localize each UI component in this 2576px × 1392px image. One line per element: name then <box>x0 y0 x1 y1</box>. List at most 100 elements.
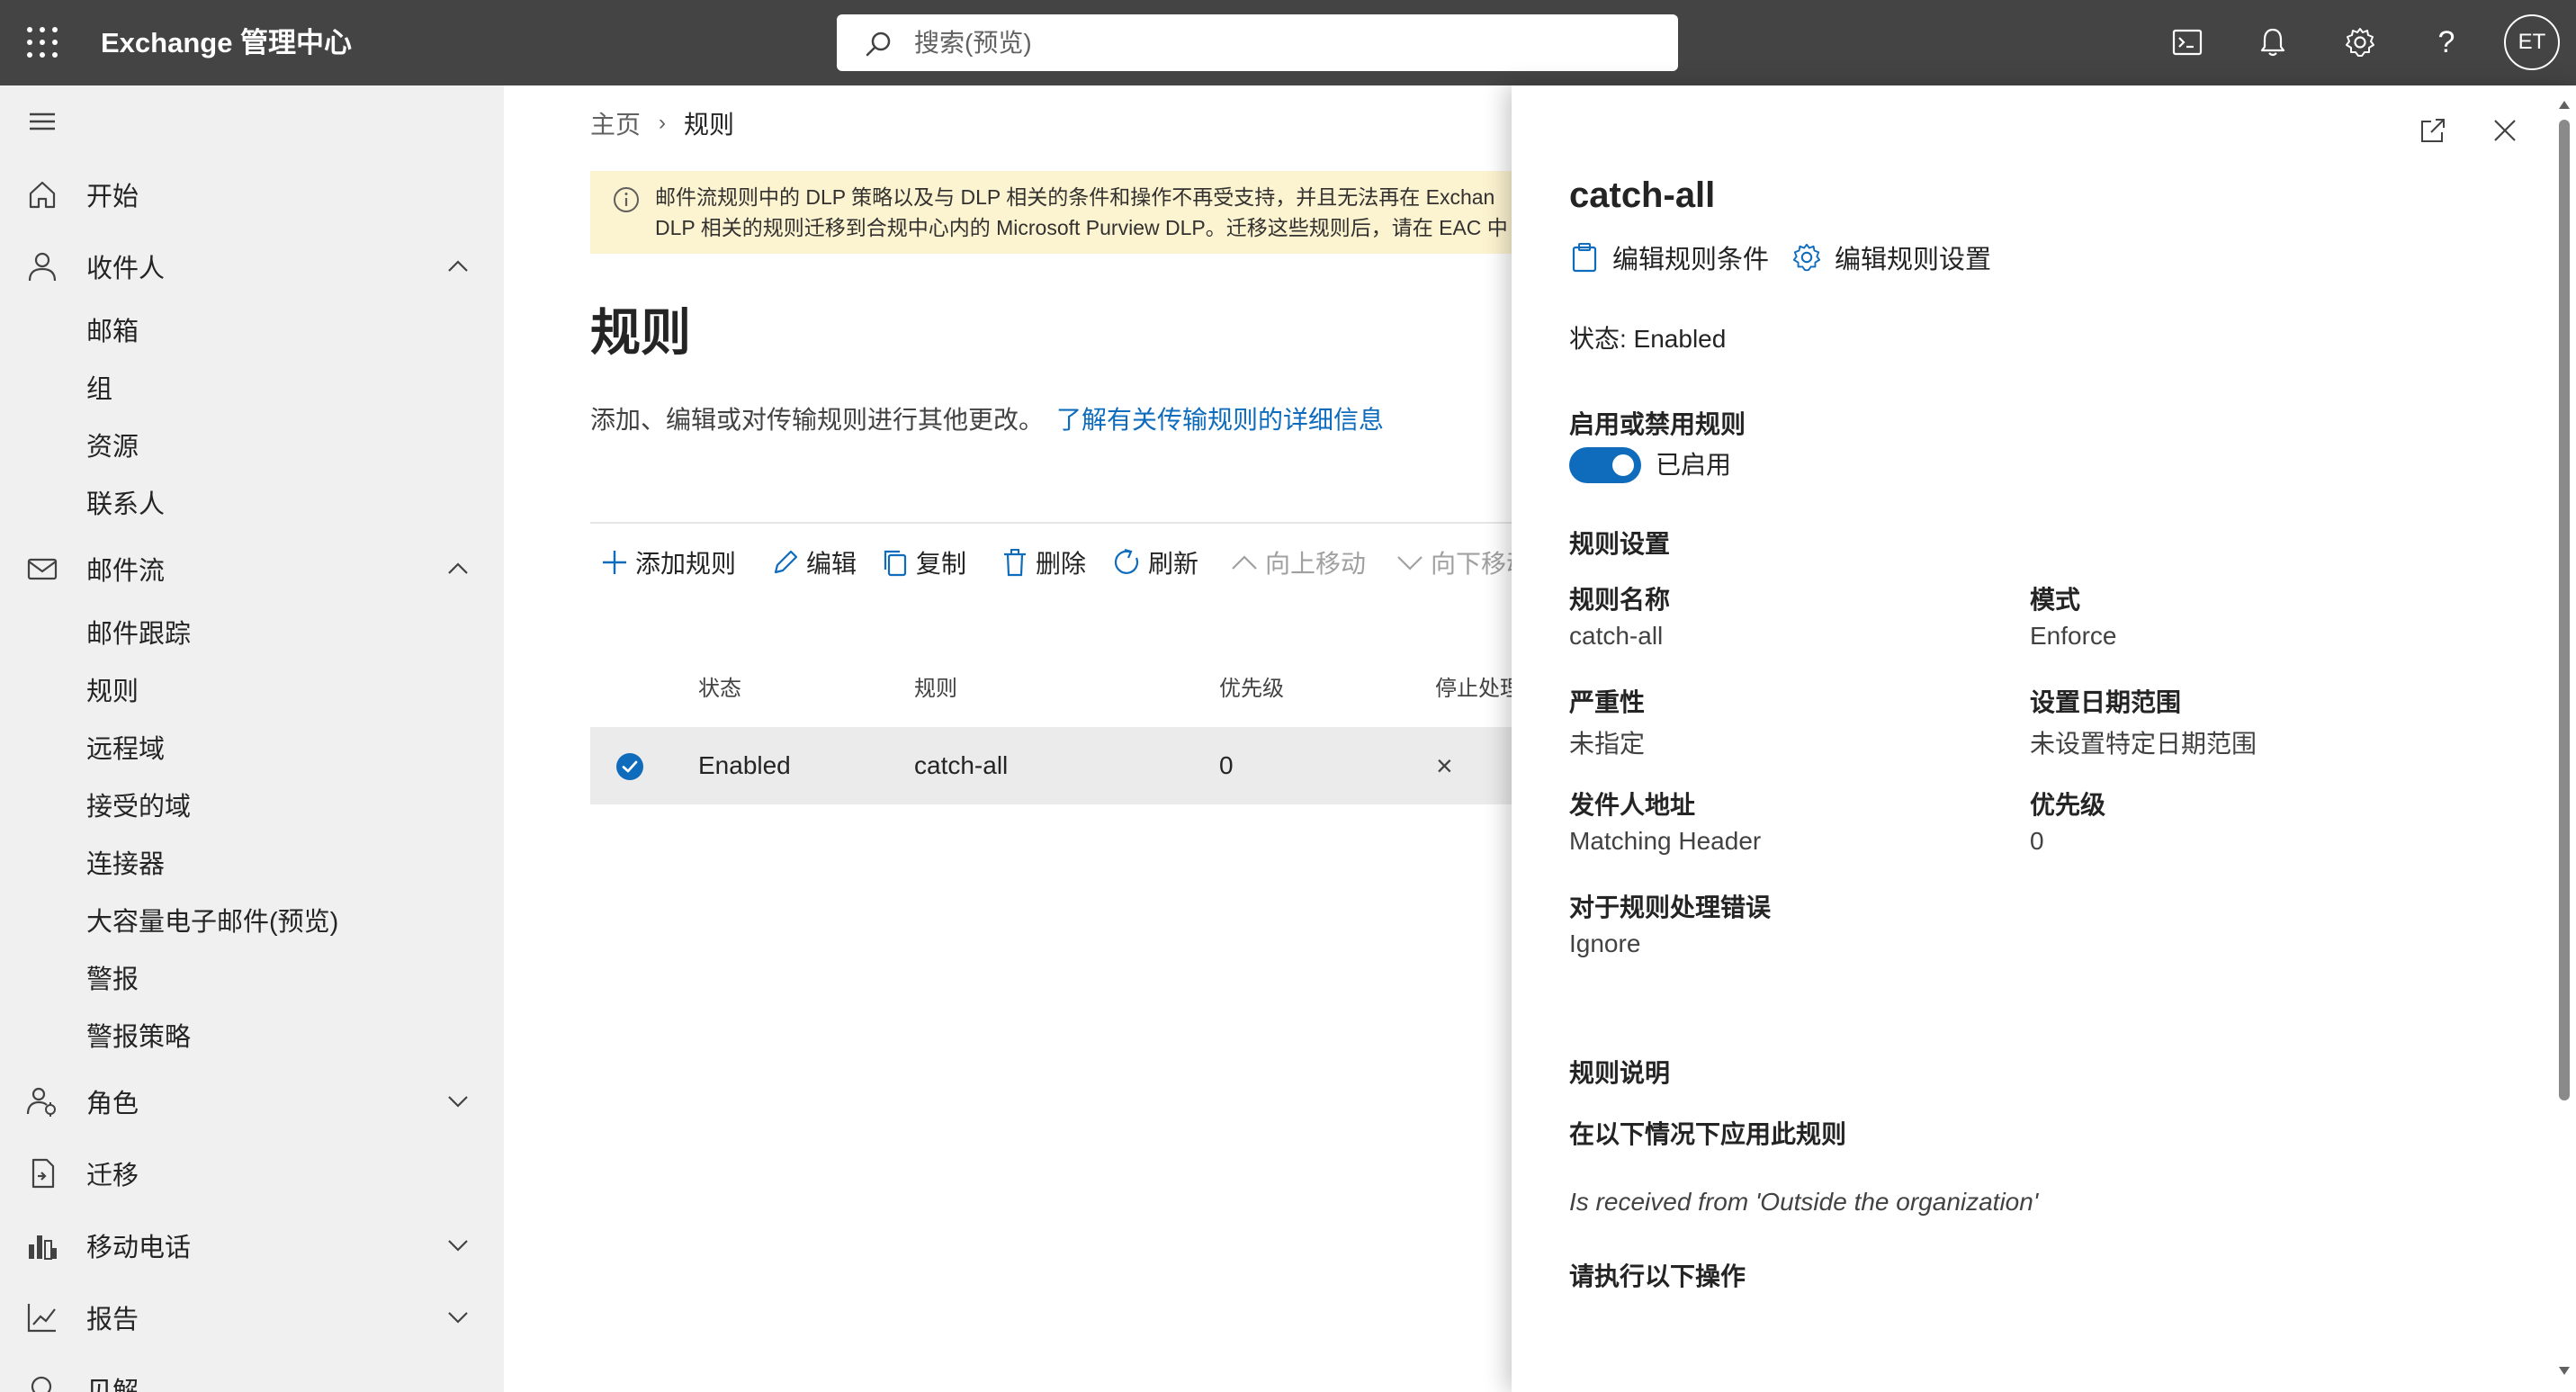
app-title[interactable]: Exchange 管理中心 <box>101 0 352 85</box>
gear-icon <box>1792 243 1821 272</box>
sidebar-item-mail-flow[interactable]: 邮件流 <box>0 540 504 597</box>
app-launcher-icon[interactable] <box>27 27 58 58</box>
warning-banner: 邮件流规则中的 DLP 策略以及与 DLP 相关的条件和操作不再受支持，并且无法… <box>590 171 1512 254</box>
settings-heading: 规则设置 <box>1569 530 1671 558</box>
reports-icon <box>27 1304 56 1333</box>
sidebar-item-connectors[interactable]: 连接器 <box>86 840 165 890</box>
banner-line-1: 邮件流规则中的 DLP 策略以及与 DLP 相关的条件和操作不再受支持，并且无法… <box>655 185 1495 209</box>
bell-icon[interactable] <box>2249 19 2296 66</box>
sidebar-item-rules[interactable]: 规则 <box>86 667 139 717</box>
chevron-down-icon[interactable] <box>444 1232 471 1259</box>
checkmark-circle-icon[interactable] <box>615 752 644 781</box>
search-placeholder[interactable]: 搜索(预览) <box>914 14 1032 71</box>
copy-button[interactable]: 复制 <box>880 524 966 601</box>
rule-name-value: catch-all <box>1569 622 1664 650</box>
sidebar-item-migration[interactable]: 迁移 <box>0 1145 504 1202</box>
table-row[interactable]: Enabled catch-all 0 × <box>590 727 1512 804</box>
cell-status: Enabled <box>698 751 791 779</box>
sidebar-item-label: 邮件流 <box>86 557 166 586</box>
sidebar-item-label: 移动电话 <box>86 1234 192 1262</box>
search-box[interactable]: 搜索(预览) <box>837 14 1678 71</box>
rule-condition-text: Is received from 'Outside the organizati… <box>1569 1188 2039 1216</box>
toggle-section-label: 启用或禁用规则 <box>1569 410 1746 438</box>
scrollbar-thumb[interactable] <box>2559 120 2570 1100</box>
scroll-down-arrow-icon[interactable] <box>2557 1363 2572 1378</box>
help-icon[interactable]: ? <box>2423 19 2470 66</box>
sidebar-item-mobile[interactable]: 移动电话 <box>0 1217 504 1274</box>
sidebar: 开始 收件人 邮箱 组 资源 联系人 邮件流 邮件跟踪 规则 远程域 接受的域 … <box>0 85 504 1392</box>
breadcrumb: 主页 › 规则 <box>590 103 734 143</box>
sidebar-item-label: 见解 <box>86 1378 139 1392</box>
terminal-icon[interactable] <box>2164 19 2211 66</box>
rule-name-label: 规则名称 <box>1569 586 1671 614</box>
toggle-state-label: 已启用 <box>1656 451 1732 479</box>
insights-icon <box>31 1376 52 1392</box>
sidebar-item-label: 迁移 <box>86 1162 139 1190</box>
cell-stop-processing: × <box>1436 750 1453 782</box>
main-content: 主页 › 规则 邮件流规则中的 DLP 策略以及与 DLP 相关的条件和操作不再… <box>504 85 1512 1392</box>
column-header-rule[interactable]: 规则 <box>914 670 957 702</box>
breadcrumb-home[interactable]: 主页 <box>590 105 641 141</box>
chevron-up-icon <box>1232 555 1257 570</box>
severity-value: 未指定 <box>1569 730 1646 758</box>
chevron-down-icon[interactable] <box>444 1088 471 1115</box>
avatar[interactable]: ET <box>2504 14 2560 70</box>
actions-heading: 请执行以下操作 <box>1569 1262 1746 1290</box>
move-up-button[interactable]: 向上移动 <box>1229 524 1366 601</box>
column-header-status[interactable]: 状态 <box>698 670 741 702</box>
gear-icon[interactable] <box>2337 19 2383 66</box>
scroll-up-arrow-icon[interactable] <box>2557 98 2572 112</box>
sidebar-item-roles[interactable]: 角色 <box>0 1073 504 1130</box>
column-header-priority[interactable]: 优先级 <box>1219 670 1284 702</box>
mode-label: 模式 <box>2030 586 2081 614</box>
roles-icon <box>26 1087 56 1117</box>
date-range-label: 设置日期范围 <box>2030 688 2182 716</box>
sidebar-item-resources[interactable]: 资源 <box>86 422 139 472</box>
chevron-right-icon: › <box>659 111 667 135</box>
sender-address-label: 发件人地址 <box>1569 791 1696 819</box>
learn-more-link[interactable]: 了解有关传输规则的详细信息 <box>1056 406 1384 434</box>
sidebar-item-reports[interactable]: 报告 <box>0 1289 504 1346</box>
sidebar-item-insights[interactable]: 见解 <box>0 1361 504 1392</box>
sender-address-value: Matching Header <box>1569 827 1762 855</box>
banner-text: 邮件流规则中的 DLP 策略以及与 DLP 相关的条件和操作不再受支持，并且无法… <box>655 182 1508 243</box>
sidebar-item-alerts[interactable]: 警报 <box>86 955 139 1005</box>
edit-rule-settings-button[interactable]: 编辑规则设置 <box>1791 238 1991 276</box>
sidebar-item-alert-policies[interactable]: 警报策略 <box>86 1012 191 1063</box>
close-icon[interactable] <box>2487 112 2523 148</box>
sidebar-item-remote-domains[interactable]: 远程域 <box>86 724 165 775</box>
move-down-button[interactable]: 向下移动 <box>1395 524 1512 601</box>
sidebar-item-contacts[interactable]: 联系人 <box>86 480 165 530</box>
plus-icon <box>603 551 626 574</box>
delete-button[interactable]: 删除 <box>1000 524 1086 601</box>
panel-scrollbar[interactable] <box>2552 85 2576 1392</box>
sidebar-item-message-trace[interactable]: 邮件跟踪 <box>86 609 191 660</box>
edit-button[interactable]: 编辑 <box>770 524 857 601</box>
sidebar-item-home[interactable]: 开始 <box>0 166 504 223</box>
chevron-up-icon[interactable] <box>444 555 471 582</box>
cell-rule: catch-all <box>914 751 1009 779</box>
open-in-new-window-icon[interactable] <box>2415 112 2451 148</box>
description-text: 添加、编辑或对传输规则进行其他更改。 <box>590 406 1045 434</box>
sidebar-item-mailboxes[interactable]: 邮箱 <box>86 307 139 357</box>
info-icon <box>614 187 639 212</box>
trash-icon <box>1004 549 1026 577</box>
sidebar-item-recipients[interactable]: 收件人 <box>0 238 504 295</box>
sidebar-item-bulk-email[interactable]: 大容量电子邮件(预览) <box>86 897 338 947</box>
banner-line-2: DLP 相关的规则迁移到合规中心内的 Microsoft Purview DLP… <box>655 216 1508 239</box>
edit-rule-conditions-button[interactable]: 编辑规则条件 <box>1569 238 1769 276</box>
error-handling-value: Ignore <box>1569 929 1641 957</box>
sidebar-collapse-button[interactable] <box>0 93 504 150</box>
refresh-button[interactable]: 刷新 <box>1112 524 1198 601</box>
person-icon <box>28 252 57 282</box>
sidebar-item-groups[interactable]: 组 <box>86 364 112 415</box>
chevron-down-icon[interactable] <box>444 1304 471 1331</box>
column-header-stop-processing[interactable]: 停止处理 <box>1435 670 1512 702</box>
sidebar-item-accepted-domains[interactable]: 接受的域 <box>86 782 191 832</box>
sidebar-item-label: 报告 <box>86 1306 139 1334</box>
hamburger-icon <box>30 112 55 130</box>
chevron-up-icon[interactable] <box>444 253 471 280</box>
enable-rule-toggle[interactable] <box>1569 447 1641 483</box>
add-rule-button[interactable]: 添加规则 <box>599 524 736 601</box>
details-panel: catch-all 编辑规则条件 编辑规则设置 状态: Enabled 启用或禁… <box>1512 85 2576 1392</box>
